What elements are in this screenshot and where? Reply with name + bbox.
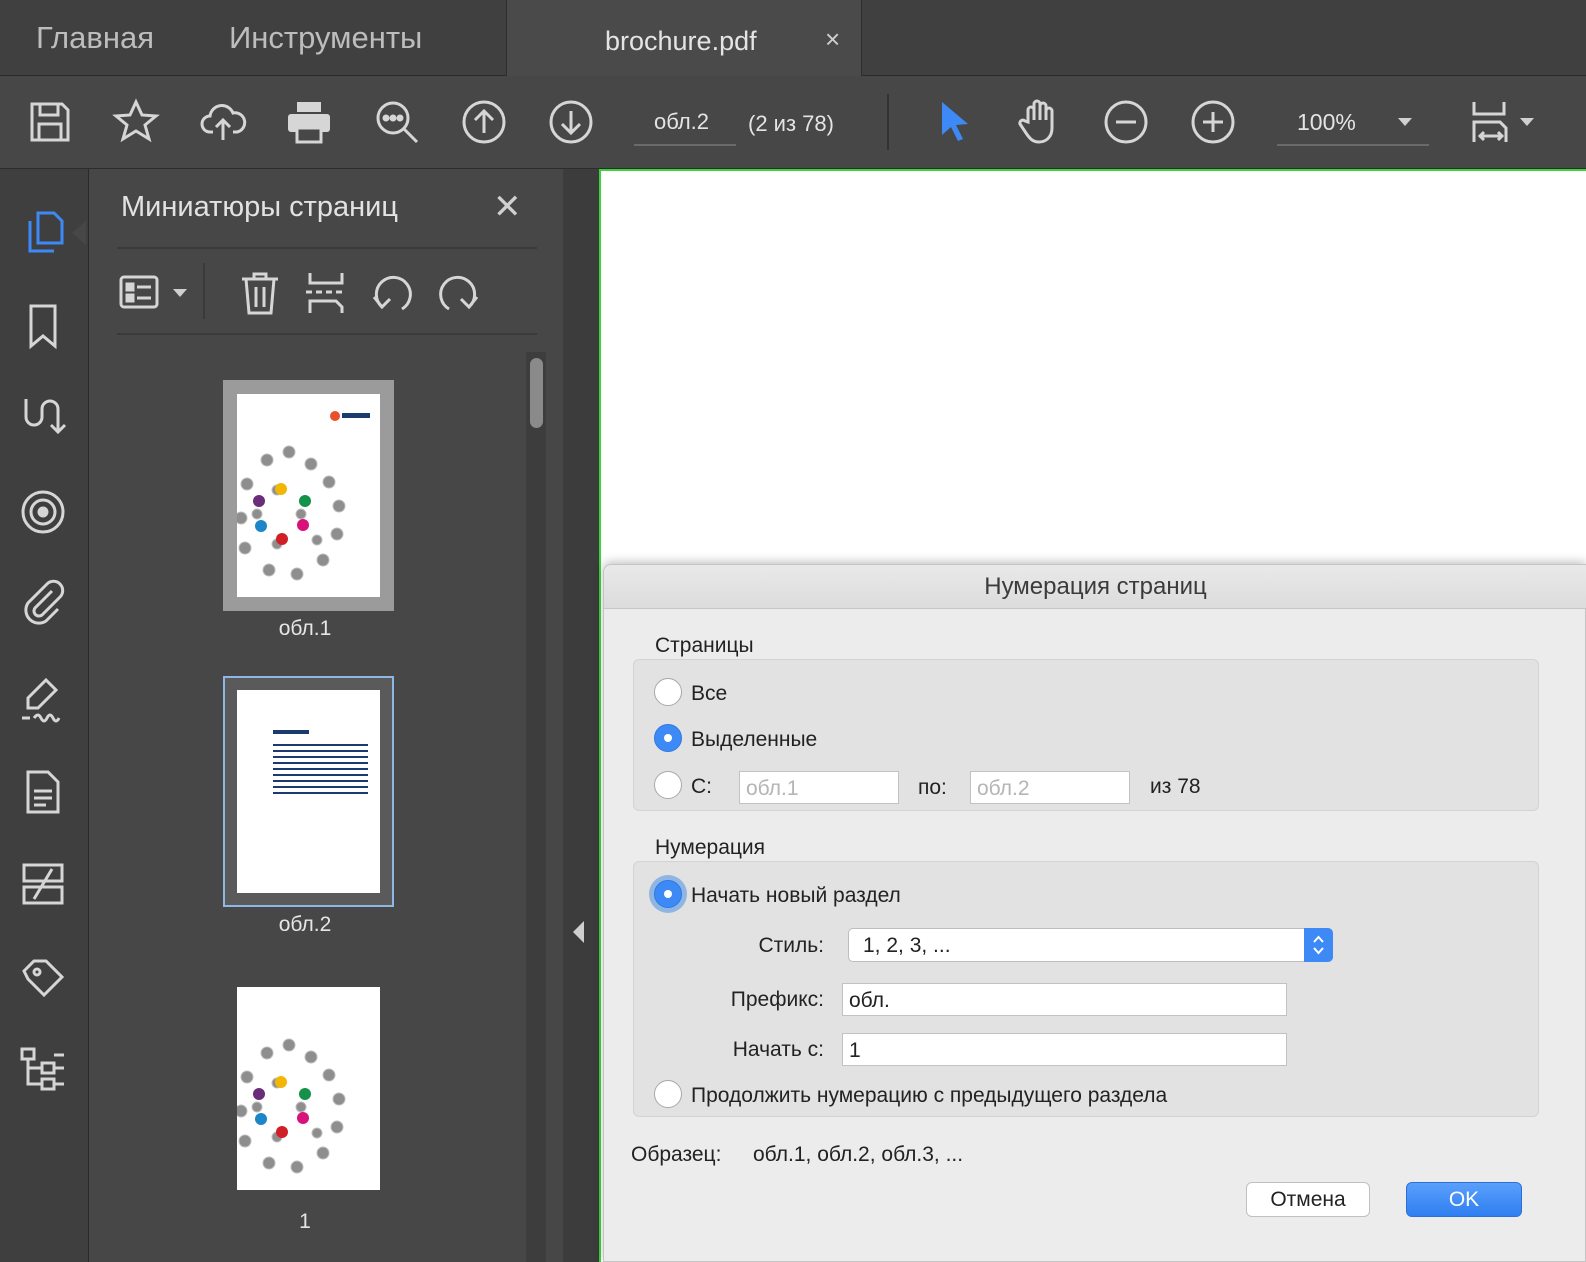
target-icon[interactable] bbox=[18, 487, 68, 537]
zoom-field-underline bbox=[1277, 144, 1429, 146]
dialog-header: Нумерация страниц bbox=[604, 565, 1586, 609]
page-field-underline bbox=[634, 144, 736, 146]
radio-new-section[interactable] bbox=[654, 880, 682, 908]
next-page-icon[interactable] bbox=[547, 98, 595, 146]
panel-close-icon[interactable]: ✕ bbox=[493, 187, 522, 227]
ok-button[interactable]: OK bbox=[1406, 1182, 1522, 1217]
toolbar: обл.2 (2 из 78) 100% bbox=[0, 76, 1586, 169]
radio-range-label: С: bbox=[691, 775, 712, 798]
zoom-out-icon[interactable] bbox=[1102, 98, 1150, 146]
document-icon[interactable] bbox=[18, 767, 68, 817]
panel-divider bbox=[117, 247, 537, 249]
select-cursor-icon[interactable] bbox=[930, 98, 978, 146]
thumbnail-label: обл.1 bbox=[278, 617, 332, 640]
page-preview bbox=[237, 690, 380, 893]
radio-all-label: Все bbox=[691, 682, 728, 705]
rotate-right-icon[interactable] bbox=[435, 269, 483, 317]
thumbnail-label: обл.2 bbox=[278, 913, 332, 936]
prefix-label: Префикс: bbox=[730, 988, 824, 1011]
radio-range[interactable] bbox=[654, 771, 682, 799]
scrollbar-thumb[interactable] bbox=[530, 358, 543, 428]
rotate-left-icon[interactable] bbox=[368, 269, 416, 317]
radio-continue[interactable] bbox=[654, 1080, 682, 1108]
cloud-upload-icon[interactable] bbox=[199, 98, 247, 146]
radio-continue-label: Продолжить нумерацию с предыдущего разде… bbox=[691, 1084, 1168, 1107]
style-select-value: 1, 2, 3, ... bbox=[863, 934, 951, 957]
options-dropdown-icon[interactable] bbox=[173, 289, 187, 297]
panel-title: Миниатюры страниц bbox=[121, 191, 398, 223]
save-icon[interactable] bbox=[26, 98, 74, 146]
range-to-label: по: bbox=[918, 776, 947, 799]
tab-document-label: brochure.pdf bbox=[605, 26, 757, 56]
pages-group: Все Выделенные С: обл.1 по: обл.2 из 78 bbox=[633, 659, 1539, 811]
tab-close-icon[interactable]: × bbox=[825, 24, 840, 55]
select-arrows-icon bbox=[1304, 928, 1333, 962]
panel-divider bbox=[117, 333, 537, 335]
left-rail bbox=[0, 169, 89, 1262]
order-flow-icon[interactable] bbox=[18, 391, 68, 441]
star-icon[interactable] bbox=[112, 98, 160, 146]
compare-icon[interactable] bbox=[18, 859, 68, 909]
radio-all[interactable] bbox=[654, 678, 682, 706]
page-thumbnail[interactable] bbox=[223, 380, 394, 611]
dialog-title: Нумерация страниц bbox=[984, 573, 1207, 600]
bookmark-icon[interactable] bbox=[18, 301, 68, 351]
sample-label: Образец: bbox=[631, 1143, 722, 1166]
zoom-level[interactable]: 100% bbox=[1297, 109, 1356, 136]
thumbnails-scrollbar[interactable] bbox=[526, 352, 546, 1262]
cancel-button[interactable]: Отмена bbox=[1246, 1182, 1370, 1217]
tab-bar: Главная Инструменты brochure.pdf × bbox=[0, 0, 1586, 76]
page-preview bbox=[234, 394, 380, 597]
style-label: Стиль: bbox=[758, 934, 824, 957]
radio-new-section-label: Начать новый раздел bbox=[691, 884, 901, 907]
signature-icon[interactable] bbox=[18, 674, 68, 724]
tab-home[interactable]: Главная bbox=[36, 20, 154, 56]
options-menu-icon[interactable] bbox=[117, 269, 165, 317]
range-to-field[interactable]: обл.2 bbox=[970, 771, 1130, 804]
page-number-field[interactable]: обл.2 bbox=[654, 109, 709, 135]
page-thumbnails-icon[interactable] bbox=[18, 207, 68, 257]
range-from-field[interactable]: обл.1 bbox=[739, 771, 899, 804]
tab-document[interactable]: brochure.pdf × bbox=[506, 0, 862, 76]
page-thumbnails-panel: Миниатюры страниц ✕ обл.1 обл.2 1 bbox=[89, 169, 563, 1262]
active-panel-pointer bbox=[72, 221, 86, 245]
structure-tree-icon[interactable] bbox=[18, 1045, 68, 1095]
fit-page-icon[interactable] bbox=[1470, 98, 1518, 146]
sample-value: обл.1, обл.2, обл.3, ... bbox=[753, 1143, 964, 1166]
start-field[interactable]: 1 bbox=[842, 1033, 1287, 1066]
search-icon[interactable] bbox=[373, 98, 421, 146]
fit-dropdown-icon[interactable] bbox=[1520, 118, 1534, 126]
numbering-group: Начать новый раздел Стиль: 1, 2, 3, ... … bbox=[633, 861, 1539, 1117]
page-thumbnail-selected[interactable] bbox=[223, 676, 394, 907]
hand-tool-icon[interactable] bbox=[1016, 98, 1064, 146]
start-label: Начать с: bbox=[732, 1038, 824, 1061]
zoom-in-icon[interactable] bbox=[1189, 98, 1237, 146]
numbering-group-label: Нумерация bbox=[655, 836, 766, 859]
delete-icon[interactable] bbox=[236, 269, 284, 317]
print-icon[interactable] bbox=[285, 98, 333, 146]
page-numbering-dialog: Нумерация страниц Страницы Все Выделенны… bbox=[603, 564, 1586, 1262]
radio-selected-label: Выделенные bbox=[691, 728, 818, 751]
panel-toolbar-divider bbox=[203, 263, 205, 319]
radio-selected[interactable] bbox=[654, 724, 682, 752]
zoom-dropdown-icon[interactable] bbox=[1398, 118, 1412, 126]
prefix-field[interactable]: обл. bbox=[842, 983, 1287, 1016]
pages-group-label: Страницы bbox=[655, 634, 754, 657]
page-count: (2 из 78) bbox=[748, 111, 834, 136]
attachment-icon[interactable] bbox=[18, 577, 68, 627]
previous-page-icon[interactable] bbox=[460, 98, 508, 146]
collapse-panel-icon[interactable] bbox=[573, 921, 584, 943]
tag-icon[interactable] bbox=[18, 955, 68, 1005]
page-total: из 78 bbox=[1150, 775, 1201, 798]
insert-pages-icon[interactable] bbox=[302, 269, 350, 317]
page-thumbnail[interactable] bbox=[234, 987, 380, 1190]
tab-tools[interactable]: Инструменты bbox=[229, 20, 422, 56]
panel-splitter[interactable] bbox=[563, 169, 599, 1262]
thumbnail-label: 1 bbox=[299, 1210, 311, 1233]
style-select[interactable]: 1, 2, 3, ... bbox=[848, 928, 1333, 962]
toolbar-divider bbox=[887, 94, 889, 150]
